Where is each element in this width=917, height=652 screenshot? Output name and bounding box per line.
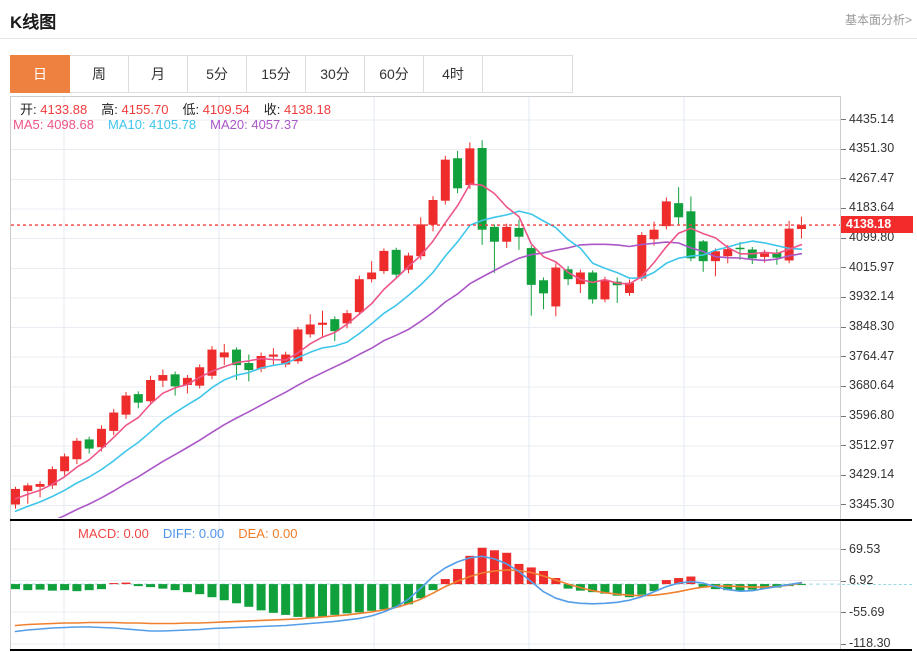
price-axis-tick bbox=[841, 386, 846, 387]
tab-bar-filler bbox=[483, 55, 573, 93]
interval-tab-bar: 日周月5分15分30分60分4时 bbox=[10, 55, 573, 93]
price-axis-tick bbox=[841, 327, 846, 328]
tab-30分[interactable]: 30分 bbox=[306, 55, 365, 93]
ma-item: MA20: 4057.37 bbox=[210, 117, 298, 132]
macd-axis: 69.536.92-55.69-118.30 bbox=[841, 521, 917, 651]
candlestick-chart-panel[interactable] bbox=[10, 96, 841, 519]
macd-item: DIFF: 0.00 bbox=[163, 526, 224, 541]
price-axis-tick-label: 3932.14 bbox=[849, 289, 894, 304]
price-axis-tick bbox=[841, 178, 846, 179]
header-divider bbox=[0, 38, 917, 39]
macd-axis-tick bbox=[841, 612, 846, 613]
price-axis-tick-label: 3596.80 bbox=[849, 408, 894, 423]
macd-legend: MACD: 0.00 DIFF: 0.00 DEA: 0.00 bbox=[78, 526, 312, 541]
tab-日[interactable]: 日 bbox=[10, 55, 70, 93]
bottom-border bbox=[10, 649, 912, 651]
ma-item: MA5: 4098.68 bbox=[13, 117, 94, 132]
tab-60分[interactable]: 60分 bbox=[365, 55, 424, 93]
price-axis-tick bbox=[841, 445, 846, 446]
price-axis-tick bbox=[841, 416, 846, 417]
tab-周[interactable]: 周 bbox=[70, 55, 129, 93]
price-axis-tick-label: 4351.30 bbox=[849, 141, 894, 156]
price-axis-tick-label: 4435.14 bbox=[849, 112, 894, 127]
page-title: K线图 bbox=[10, 8, 56, 33]
macd-axis-tick bbox=[841, 581, 846, 582]
price-axis-tick-label: 3764.47 bbox=[849, 349, 894, 364]
ohlc-item: 开: 4133.88 bbox=[20, 102, 87, 117]
price-axis-tick-label: 4015.97 bbox=[849, 260, 894, 275]
price-axis-tick bbox=[841, 356, 846, 357]
price-axis-tick bbox=[841, 208, 846, 209]
kline-widget: K线图 基本面分析> 日周月5分15分30分60分4时 开: 4133.88 高:… bbox=[0, 0, 917, 652]
macd-axis-tick-label: -55.69 bbox=[849, 605, 884, 620]
tab-15分[interactable]: 15分 bbox=[247, 55, 306, 93]
price-axis-tick bbox=[841, 297, 846, 298]
price-axis-tick-label: 3345.30 bbox=[849, 497, 894, 512]
macd-item: DEA: 0.00 bbox=[238, 526, 297, 541]
price-axis-tick-label: 4183.64 bbox=[849, 200, 894, 215]
price-axis-tick bbox=[841, 119, 846, 120]
macd-zero-line-extension bbox=[842, 584, 912, 585]
macd-axis-tick-label: 6.92 bbox=[849, 573, 873, 588]
macd-axis-tick bbox=[841, 549, 846, 550]
ma-item: MA10: 4105.78 bbox=[108, 117, 196, 132]
price-axis-tick-label: 3848.30 bbox=[849, 319, 894, 334]
fundamental-analysis-link[interactable]: 基本面分析> bbox=[845, 11, 912, 28]
price-axis-tick-label: 4267.47 bbox=[849, 171, 894, 186]
macd-item: MACD: 0.00 bbox=[78, 526, 149, 541]
candlestick-chart-canvas[interactable] bbox=[11, 97, 840, 518]
price-axis-tick bbox=[841, 504, 846, 505]
price-axis-tick bbox=[841, 267, 846, 268]
price-axis-tick bbox=[841, 475, 846, 476]
panel-separator bbox=[10, 519, 912, 521]
last-price-tag: 4138.18 bbox=[841, 216, 913, 233]
ma-legend: MA5: 4098.68 MA10: 4105.78 MA20: 4057.37 bbox=[13, 117, 312, 132]
price-axis-tick bbox=[841, 238, 846, 239]
price-axis-tick-label: 3680.64 bbox=[849, 378, 894, 393]
price-axis-tick-label: 3429.14 bbox=[849, 467, 894, 482]
ohlc-item: 收: 4138.18 bbox=[264, 102, 331, 117]
price-axis-tick bbox=[841, 149, 846, 150]
price-axis-tick-label: 3512.97 bbox=[849, 438, 894, 453]
ohlc-item: 低: 4109.54 bbox=[182, 102, 249, 117]
ohlc-item: 高: 4155.70 bbox=[101, 102, 168, 117]
macd-axis-tick bbox=[841, 644, 846, 645]
ohlc-legend: 开: 4133.88 高: 4155.70 低: 4109.54 收: 4138.18 bbox=[20, 99, 345, 118]
price-axis: 4435.144351.304267.474183.644099.804015.… bbox=[841, 96, 917, 519]
tab-5分[interactable]: 5分 bbox=[188, 55, 247, 93]
tab-4时[interactable]: 4时 bbox=[424, 55, 483, 93]
tab-月[interactable]: 月 bbox=[129, 55, 188, 93]
macd-axis-tick-label: 69.53 bbox=[849, 542, 880, 557]
